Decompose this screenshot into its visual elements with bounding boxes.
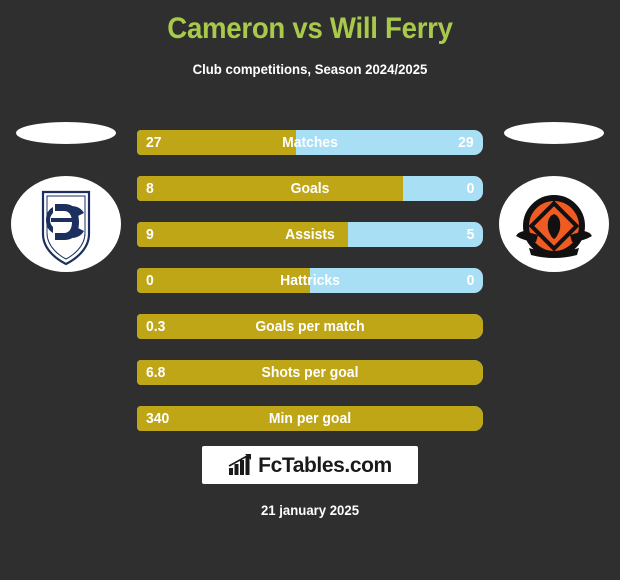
table-row: 340 Min per goal [137, 406, 483, 431]
dundee-fc-crest-icon [11, 176, 121, 272]
away-value: 0 [466, 272, 474, 289]
away-value: 5 [466, 226, 474, 243]
stat-label: Assists [285, 226, 335, 243]
stat-label: Min per goal [268, 410, 352, 427]
fctables-logo[interactable]: FcTables.com [202, 446, 418, 484]
stat-label: Hattricks [280, 272, 340, 289]
stat-label: Goals [290, 180, 330, 197]
dundee-united-crest-icon [499, 176, 609, 272]
header: Cameron vs Will Ferry Club competitions,… [0, 0, 620, 78]
page-title: Cameron vs Will Ferry [167, 12, 453, 45]
table-row: 0 Hattricks 0 [137, 268, 483, 293]
table-row: 27 Matches 29 [137, 130, 483, 155]
table-row: 8 Goals 0 [137, 176, 483, 201]
home-team-logo [8, 122, 124, 272]
stat-label: Goals per match [255, 318, 365, 335]
brand-name: FcTables.com [258, 453, 392, 477]
stat-label: Shots per goal [261, 364, 359, 381]
away-logo-highlight-ellipse [504, 122, 604, 144]
page-subtitle: Club competitions, Season 2024/2025 [192, 61, 428, 77]
table-row: 9 Assists 5 [137, 222, 483, 247]
stat-label: Matches [282, 134, 338, 151]
away-value: 0 [466, 180, 474, 197]
away-value: 29 [458, 134, 474, 151]
away-team-logo [496, 122, 612, 272]
footer: FcTables.com 21 january 2025 [0, 446, 620, 519]
bar-chart-icon [228, 454, 252, 475]
table-row: 0.3 Goals per match [137, 314, 483, 339]
generated-date: 21 january 2025 [260, 502, 360, 518]
home-logo-highlight-ellipse [16, 122, 116, 144]
table-row: 6.8 Shots per goal [137, 360, 483, 385]
stats-comparison-chart: 27 Matches 29 8 Goals 0 9 Assists 5 0 Ha… [137, 130, 483, 452]
